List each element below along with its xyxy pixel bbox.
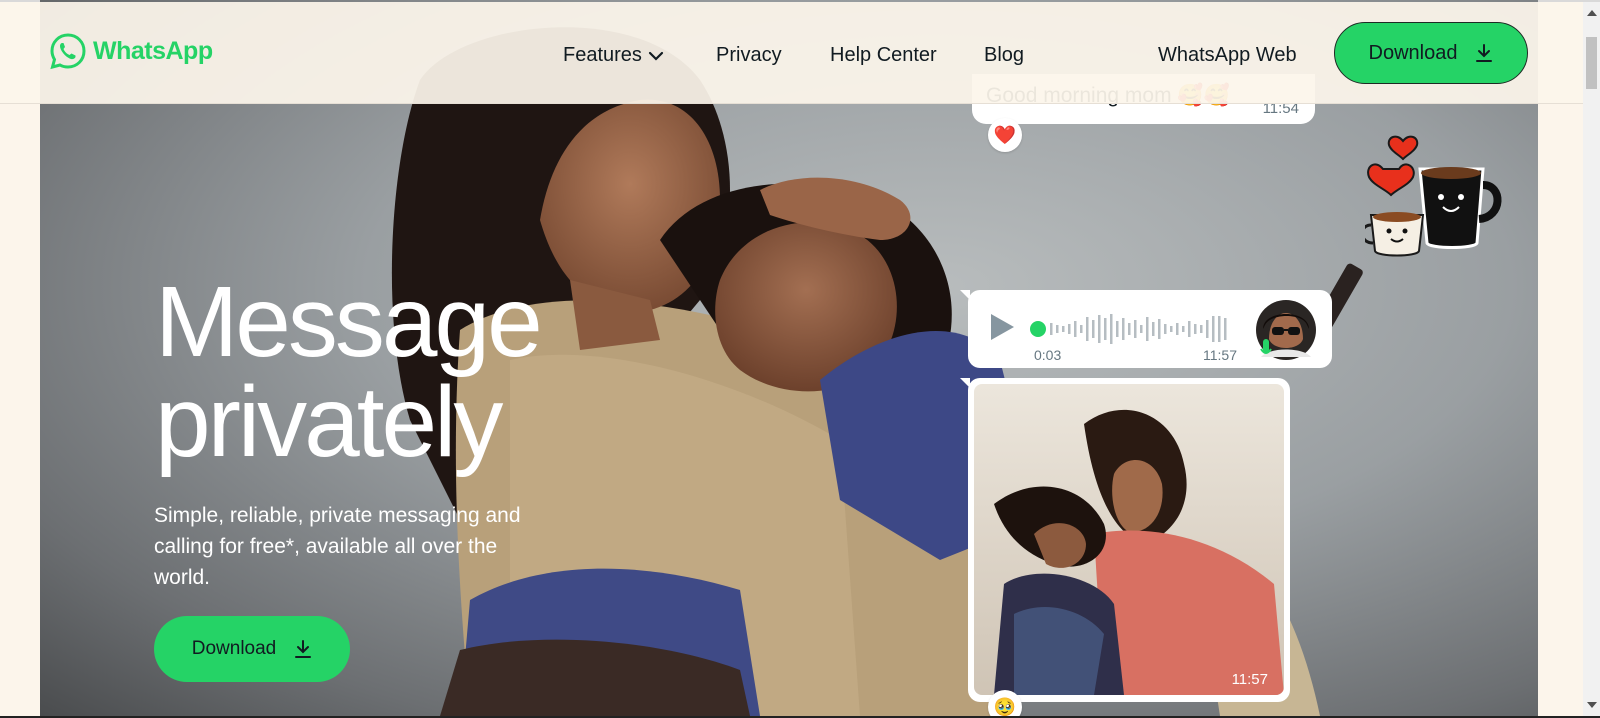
nav-blog-link[interactable]: Blog: [984, 44, 1024, 67]
nav-privacy-link[interactable]: Privacy: [716, 44, 782, 67]
nav-download-label: Download: [1368, 41, 1458, 64]
scrollbar-thumb[interactable]: [1586, 37, 1597, 89]
nav-download-button[interactable]: Download: [1334, 22, 1528, 84]
shared-photo[interactable]: [974, 384, 1284, 695]
voice-message-bubble: 0:03 11:57: [960, 290, 1332, 368]
photo-time: 11:57: [1231, 671, 1268, 688]
whatsapp-logo-icon: [50, 33, 86, 70]
hero-download-button[interactable]: Download: [154, 616, 350, 682]
scroll-down-arrow-icon[interactable]: [1587, 702, 1597, 708]
top-navbar: WhatsApp Features Privacy Help Center Bl…: [0, 2, 1583, 104]
avatar: [1256, 300, 1316, 360]
hero-section: Message privately Simple, reliable, priv…: [40, 0, 1538, 716]
scroll-up-arrow-icon[interactable]: [1587, 10, 1597, 16]
hero-title: Message privately: [155, 266, 543, 478]
nav-features-link[interactable]: Features: [563, 44, 664, 67]
chevron-down-icon: [648, 51, 664, 61]
voice-duration: 0:03: [1034, 347, 1062, 363]
whatsapp-logo[interactable]: WhatsApp: [49, 32, 213, 70]
hero-subtitle: Simple, reliable, private messaging and …: [154, 504, 521, 589]
nav-whatsapp-web-link[interactable]: WhatsApp Web: [1158, 44, 1297, 67]
coffee-cups-sticker: [1365, 135, 1502, 257]
vertical-scrollbar[interactable]: [1583, 2, 1600, 716]
download-icon: [1476, 44, 1493, 62]
hero-download-label: Download: [191, 638, 277, 659]
heart-reaction-icon: ❤️: [988, 118, 1022, 152]
pleading-face-reaction-icon: 🥹: [988, 690, 1022, 716]
download-icon: [295, 640, 312, 658]
nav-features-label: Features: [563, 44, 642, 66]
voice-waveform-icon[interactable]: [1030, 312, 1250, 346]
shared-photo-image: [974, 384, 1284, 695]
nav-help-center-link[interactable]: Help Center: [830, 44, 937, 67]
logo-text: WhatsApp: [93, 36, 213, 65]
voice-time: 11:57: [1203, 347, 1237, 363]
photo-message-bubble: 11:57: [960, 378, 1290, 702]
play-icon[interactable]: [988, 312, 1016, 342]
